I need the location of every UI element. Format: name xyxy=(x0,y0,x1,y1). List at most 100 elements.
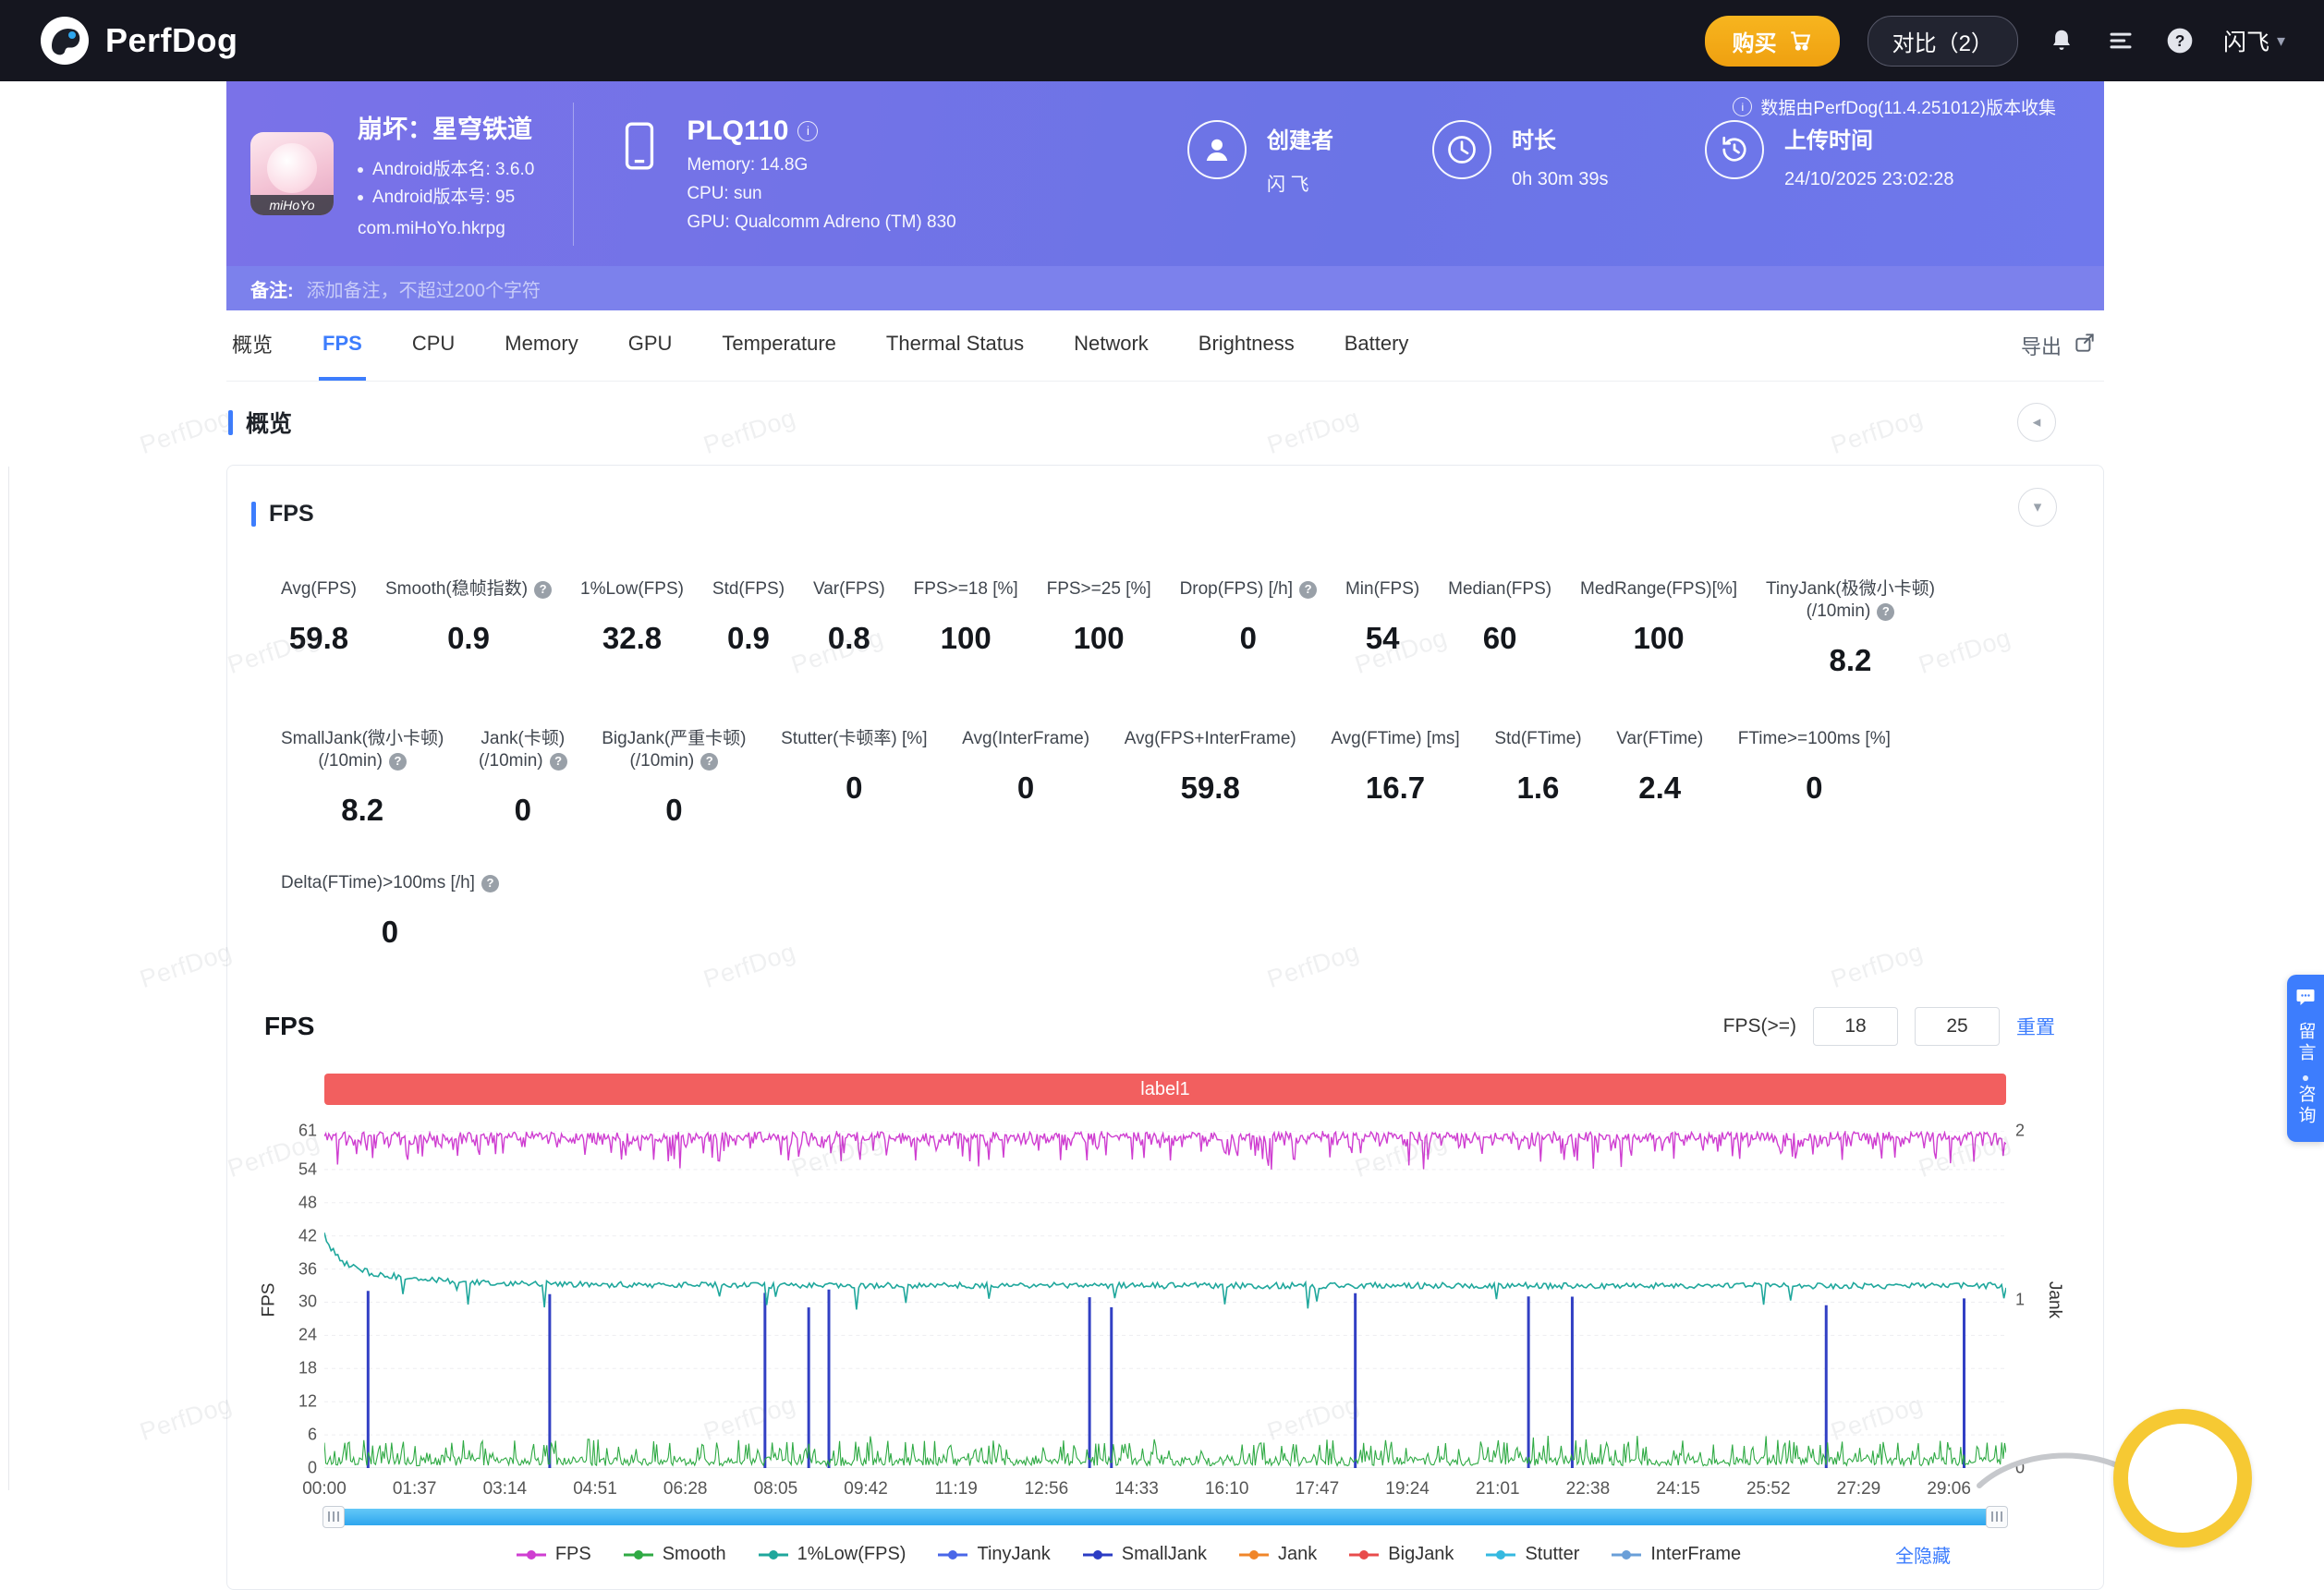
fps-metrics-row-3: Delta(FTime)>100ms [/h]? 0 xyxy=(281,872,2103,950)
info-icon[interactable]: ? xyxy=(550,753,567,771)
legend-marker-icon xyxy=(758,1549,789,1560)
tab-network[interactable]: Network xyxy=(1070,310,1152,381)
tab-fps[interactable]: FPS xyxy=(319,310,366,381)
legend-item-smooth[interactable]: Smooth xyxy=(623,1544,726,1565)
info-icon[interactable]: ? xyxy=(1877,603,1894,621)
device-model: PLQ110 xyxy=(687,115,788,147)
legend-item-1-low-fps[interactable]: 1%Low(FPS) xyxy=(758,1544,906,1565)
legend-marker-icon xyxy=(516,1549,547,1560)
history-clock-icon xyxy=(1705,120,1764,179)
x-tick: 16:10 xyxy=(1205,1479,1249,1499)
buy-button[interactable]: 购买 xyxy=(1705,16,1840,67)
metric-var-fps: Var(FPS)0.8 xyxy=(813,578,885,678)
y-tick-right: 2 xyxy=(2015,1122,2025,1141)
legend-item-smalljank[interactable]: SmallJank xyxy=(1082,1544,1207,1565)
metric-value: 59.8 xyxy=(281,621,357,656)
notification-bell-icon[interactable] xyxy=(2046,25,2077,56)
tab-overview[interactable]: 概览 xyxy=(228,310,276,381)
metric-value: 0 xyxy=(281,915,499,950)
user-menu[interactable]: 闪飞 ▾ xyxy=(2223,24,2285,57)
scrollbar-left-handle[interactable] xyxy=(322,1506,345,1528)
metric-var-ftime: Var(FTime)2.4 xyxy=(1616,728,1703,828)
metric-value: 0 xyxy=(962,771,1089,806)
legend-item-interframe[interactable]: InterFrame xyxy=(1611,1544,1741,1565)
buy-button-label: 购买 xyxy=(1733,25,1777,57)
device-gpu: GPU: Qualcomm Adreno (TM) 830 xyxy=(687,212,955,233)
legend-item-bigjank[interactable]: BigJank xyxy=(1348,1544,1454,1565)
metric-value: 59.8 xyxy=(1125,771,1296,806)
device-info-icon[interactable]: i xyxy=(797,121,818,141)
info-icon[interactable]: ? xyxy=(481,875,499,892)
x-tick: 00:00 xyxy=(302,1479,347,1499)
fps-panel: FPS ▾ Avg(FPS)59.8Smooth(稳帧指数)?0.91%Low(… xyxy=(226,465,2104,1590)
compare-button[interactable]: 对比（2） xyxy=(1868,16,2018,67)
metric-value: 54 xyxy=(1345,621,1419,656)
metric-value: 0 xyxy=(1738,771,1891,806)
brand-title: PerfDog xyxy=(105,21,238,60)
reset-link[interactable]: 重置 xyxy=(2016,1013,2055,1040)
legend-item-tinyjank[interactable]: TinyJank xyxy=(937,1544,1050,1565)
device-block: PLQ110 i Memory: 14.8G CPU: sun GPU: Qua… xyxy=(613,115,955,233)
overview-title: 概览 xyxy=(246,406,292,439)
legend-item-stutter[interactable]: Stutter xyxy=(1485,1544,1579,1565)
float-tab-message[interactable]: 留言 xyxy=(2294,1022,2318,1064)
metric-drop-fps-h: Drop(FPS) [/h]?0 xyxy=(1180,578,1317,678)
hide-all-link[interactable]: 全隐藏 xyxy=(1895,1541,1951,1568)
top-navbar: PerfDog 购买 对比（2） ? xyxy=(0,0,2324,81)
legend-marker-icon xyxy=(1238,1549,1270,1560)
help-icon[interactable]: ? xyxy=(2164,25,2196,56)
metric-stutter: Stutter(卡顿率) [%]0 xyxy=(781,728,927,828)
export-button[interactable]: 导出 xyxy=(2021,310,2097,381)
tab-battery[interactable]: Battery xyxy=(1341,310,1413,381)
metric-value: 32.8 xyxy=(580,621,684,656)
metric-label: Delta(FTime)>100ms [/h]? xyxy=(281,872,499,894)
legend-marker-icon xyxy=(937,1549,968,1560)
legend-label: BigJank xyxy=(1388,1544,1454,1565)
info-icon[interactable]: ? xyxy=(700,753,718,771)
note-bar[interactable]: 备注: 添加备注，不超过200个字符 xyxy=(226,266,2104,310)
tab-gpu[interactable]: GPU xyxy=(625,310,676,381)
y-axis-left-title: FPS xyxy=(259,1282,279,1317)
upload-time-label: 上传时间 xyxy=(1784,122,1954,154)
watermark-text: PerfDog xyxy=(137,1390,236,1447)
tab-temperature[interactable]: Temperature xyxy=(718,310,840,381)
duration-label: 时长 xyxy=(1512,122,1609,154)
legend-marker-icon xyxy=(1485,1549,1516,1560)
metric-label: MedRange(FPS)[%] xyxy=(1580,578,1737,601)
legend-item-jank[interactable]: Jank xyxy=(1238,1544,1317,1565)
region-label-bar[interactable]: label1 xyxy=(324,1074,2006,1105)
y-tick-left: 30 xyxy=(298,1293,317,1312)
metric-value: 0.9 xyxy=(385,621,552,656)
fps-threshold-low-input[interactable] xyxy=(1813,1007,1898,1046)
tab-cpu[interactable]: CPU xyxy=(408,310,458,381)
tab-thermal-status[interactable]: Thermal Status xyxy=(882,310,1028,381)
y-tick-left: 54 xyxy=(298,1159,317,1179)
info-icon[interactable]: ? xyxy=(389,753,407,771)
game-badge: miHoYo xyxy=(250,195,334,215)
chart-plot-area[interactable] xyxy=(324,1131,2006,1468)
contact-float-widget[interactable]: 留言 咨询 xyxy=(2287,975,2324,1142)
x-tick: 11:19 xyxy=(935,1479,978,1499)
metric-fps-25: FPS>=25 [%]100 xyxy=(1047,578,1151,678)
float-tab-consult[interactable]: 咨询 xyxy=(2294,1085,2318,1127)
x-tick: 06:28 xyxy=(663,1479,708,1499)
svg-text:?: ? xyxy=(2175,31,2185,50)
menu-icon[interactable] xyxy=(2105,25,2136,56)
metric-bigjank: BigJank(严重卡顿)(/10min)?0 xyxy=(602,728,746,828)
metric-median-fps: Median(FPS)60 xyxy=(1448,578,1551,678)
tab-brightness[interactable]: Brightness xyxy=(1195,310,1298,381)
scrollbar-right-handle[interactable] xyxy=(1986,1506,2008,1528)
legend-label: InterFrame xyxy=(1650,1544,1741,1565)
fps-collapse-button[interactable]: ▾ xyxy=(2018,488,2057,527)
note-input-placeholder[interactable]: 添加备注，不超过200个字符 xyxy=(307,275,541,302)
metric-label-line2: (/10min)? xyxy=(479,750,567,772)
info-icon[interactable]: ? xyxy=(1299,581,1317,599)
fps-threshold-high-input[interactable] xyxy=(1915,1007,2000,1046)
chart-scrollbar[interactable] xyxy=(324,1509,2006,1525)
overview-collapse-button[interactable]: ◂ xyxy=(2017,403,2056,442)
note-label: 备注: xyxy=(250,275,294,302)
tab-memory[interactable]: Memory xyxy=(501,310,581,381)
legend-item-fps[interactable]: FPS xyxy=(516,1544,591,1565)
export-label: 导出 xyxy=(2021,331,2062,360)
info-icon[interactable]: ? xyxy=(534,581,552,599)
